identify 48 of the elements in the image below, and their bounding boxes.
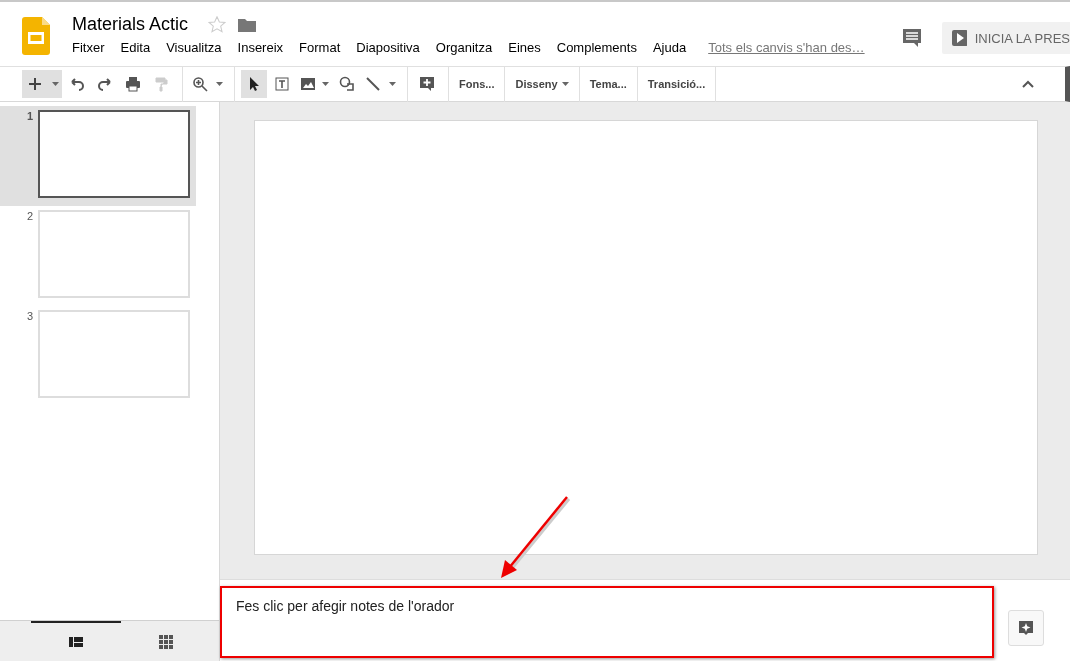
- slide-thumbnail-row[interactable]: 1: [0, 106, 196, 206]
- undo-icon: [69, 76, 85, 92]
- new-slide-button[interactable]: [22, 70, 48, 98]
- star-icon[interactable]: [208, 16, 227, 33]
- slide-number: 2: [25, 210, 34, 224]
- menu-item[interactable]: Eines: [508, 40, 541, 55]
- folder-icon[interactable]: [238, 17, 257, 32]
- zoom-icon: [192, 76, 208, 92]
- image-icon: [300, 76, 316, 92]
- menu-item[interactable]: Fitxer: [72, 40, 105, 55]
- shape-icon: [339, 76, 355, 92]
- menu-item[interactable]: Complements: [556, 40, 637, 55]
- caret-icon: [389, 82, 396, 86]
- menu-item[interactable]: Diapositiva: [356, 40, 420, 55]
- caret-icon: [322, 82, 329, 86]
- present-button[interactable]: INICIA LA PRES: [942, 22, 1070, 54]
- caret-icon: [561, 82, 569, 86]
- save-status-link[interactable]: Tots els canvis s'han des…: [708, 40, 865, 55]
- caret-icon: [51, 82, 59, 86]
- menu-item[interactable]: Organitza: [435, 40, 493, 55]
- select-button[interactable]: [241, 70, 267, 98]
- line-icon: [365, 76, 381, 92]
- paint-roller-icon: [153, 76, 169, 92]
- slide-number: 3: [25, 310, 34, 324]
- slides-logo-icon: [22, 17, 50, 55]
- plus-icon: [27, 76, 43, 92]
- slide-number: 1: [25, 110, 34, 124]
- menu-item[interactable]: Edita: [120, 40, 151, 55]
- play-icon: [952, 30, 967, 46]
- comment-icon[interactable]: [902, 28, 922, 48]
- filmstrip-icon: [68, 634, 84, 650]
- caret-icon: [216, 82, 223, 86]
- menu-item[interactable]: Format: [299, 40, 341, 55]
- redo-icon: [97, 76, 113, 92]
- document-title[interactable]: Materials Actic: [72, 14, 189, 35]
- sparkle-icon: [1018, 620, 1034, 636]
- menu-item[interactable]: Ajuda: [652, 40, 687, 55]
- explore-button[interactable]: [1008, 610, 1044, 646]
- grid-icon: [158, 634, 174, 650]
- text-box-icon: [274, 76, 290, 92]
- speaker-notes-field[interactable]: Fes clic per afegir notes de l'orador: [220, 586, 994, 658]
- add-comment-icon: [419, 76, 435, 92]
- print-icon: [125, 76, 141, 92]
- new-slide-menu-button[interactable]: [48, 70, 62, 98]
- slide-thumbnail-row[interactable]: 2: [0, 206, 196, 306]
- menu-item[interactable]: Visualitza: [166, 40, 222, 55]
- slide-thumbnail-row[interactable]: 3: [0, 306, 196, 406]
- menu-item[interactable]: Insereix: [237, 40, 284, 55]
